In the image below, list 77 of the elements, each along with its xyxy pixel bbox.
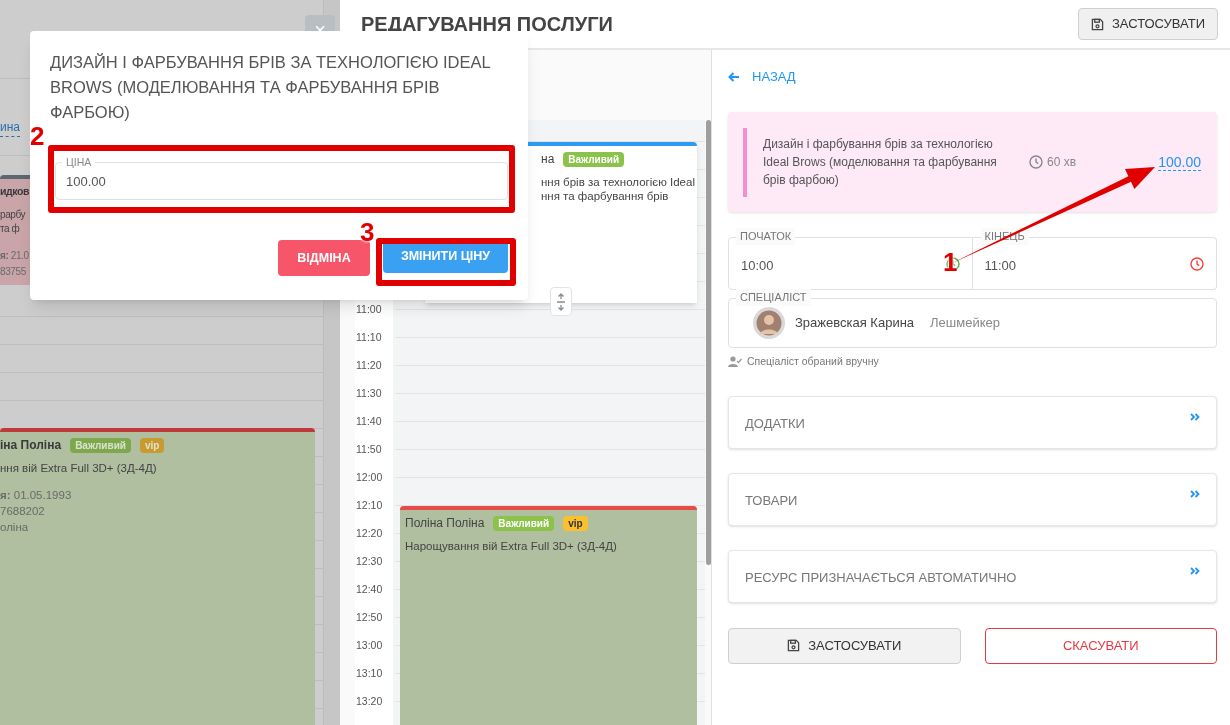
time-label: 12:10 [356,498,383,513]
time-label: 11:10 [356,330,382,345]
client-link[interactable]: ина [0,118,20,137]
service-text: ння брів за технологією Ideal [541,175,695,189]
client-name: на [541,151,555,168]
service-text: ння та фарбування брів [541,189,669,203]
specialist-name: Зражевская Карина [795,314,915,333]
arrow-left-icon [728,72,740,82]
duration: 60 хв [1047,154,1077,171]
service-text: Нарощування вій Extra Full 3D+ (3Д-4Д) [405,539,617,553]
save-icon [1090,17,1104,31]
section-title: РЕСУРС ПРИЗНАЧАЄТЬСЯ АВТОМАТИЧНО [745,569,1017,587]
resize-handle[interactable] [550,287,572,316]
time-label: 12:30 [356,554,383,569]
clock-icon [1029,155,1043,169]
specialist-role: Лешмейкер [930,314,1000,333]
tag: vip [563,515,588,531]
cancel-button[interactable]: ВІДМІНА [278,240,370,276]
field-label: СПЕЦІАЛІСТ [736,289,811,306]
field-label: ПОЧАТОК [736,228,796,245]
tag: Важливий [563,151,625,167]
client-info: я: 01.05.1993 [0,488,72,503]
section-panel[interactable]: РЕСУРС ПРИЗНАЧАЄТЬСЯ АВТОМАТИЧНО [728,549,1217,603]
field-value: 100.00 [66,173,106,192]
client-info: оліна [0,520,29,535]
time-label: 11:00 [356,302,382,317]
field-value: 10:00 [741,256,774,275]
price-link[interactable]: 100.00 [1158,153,1201,171]
service-text: рарбу [0,208,26,222]
double-chevron-icon[interactable] [1190,412,1200,421]
time-label: 12:50 [356,610,383,625]
apply-button[interactable]: ЗАСТОСУВАТИ [728,627,961,664]
avatar [753,307,785,339]
tag: Важливий [493,515,555,531]
page-title: РЕДАГУВАННЯ ПОСЛУГИ [361,12,613,37]
section-panel[interactable]: ДОДАТКИ [728,395,1217,449]
client-info: 83755 [0,265,26,279]
service-text: та ф [0,222,20,236]
selection-note: Спеціаліст обраний вручну [747,354,879,369]
time-label: 11:40 [356,414,382,429]
client-info: 7688202 [0,504,45,519]
service-text: ння вій Extra Full 3D+ (3Д-4Д) [0,461,157,475]
section-title: ТОВАРИ [745,492,798,510]
service-name: Дизайн і фарбування брів за технологією Ideal Brows (моделювання та фарбування брів фарбою) [763,136,998,189]
time-label: 13:00 [356,638,383,653]
tag: Важливий [70,437,131,453]
time-label: 13:20 [356,694,383,709]
double-chevron-icon[interactable] [1190,566,1200,575]
save-icon [787,639,801,653]
time-label: 12:20 [356,526,383,541]
cancel-button[interactable]: СКАСУВАТИ [984,627,1217,664]
field-label: ЦІНА [62,155,96,171]
client-name: идков [0,184,30,200]
step-number: 2 [30,122,45,150]
section-title: ДОДАТКИ [745,415,805,433]
client-name: Поліна Поліна [405,515,485,532]
time-label: 12:40 [356,582,383,597]
time-label: 11:50 [356,442,382,457]
appointment-card[interactable]: Поліна Поліна Важливий vip Нарощування вій Extra Full 3D+ (3Д-4Д) [400,506,697,725]
section-panel[interactable]: ТОВАРИ [728,472,1217,526]
time-label: 11:30 [356,386,382,401]
client-name: іна Поліна [0,437,62,454]
time-label: 12:00 [356,470,383,485]
double-chevron-icon[interactable] [1190,489,1200,498]
appointment-card[interactable]: іна Поліна Важливий vip ння вій Extra Full 3D+ (3Д-4Д) я: 01.05.1993 7688202 оліна [0,428,315,725]
field-value: 11:00 [984,256,1017,275]
back-link[interactable]: НАЗАД [728,69,796,85]
time-label: 13:10 [356,666,383,681]
scrollbar[interactable] [706,120,711,565]
time-label: 11:20 [356,358,382,373]
dialog-title: ДИЗАЙН І ФАРБУВАННЯ БРІВ ЗА ТЕХНОЛОГІЄЮ IDEAL BROWS (МОДЕЛЮВАННЯ ТА ФАРБУВАННЯ БРІВ ФАРБОЮ) [50,52,492,123]
user-check-icon [728,356,742,368]
accent-bar [743,127,747,197]
tag: vip [139,437,165,453]
client-info: я: 21.0 [0,249,29,263]
apply-button[interactable]: ЗАСТОСУВАТИ [1077,8,1218,40]
resize-icon [556,292,566,311]
